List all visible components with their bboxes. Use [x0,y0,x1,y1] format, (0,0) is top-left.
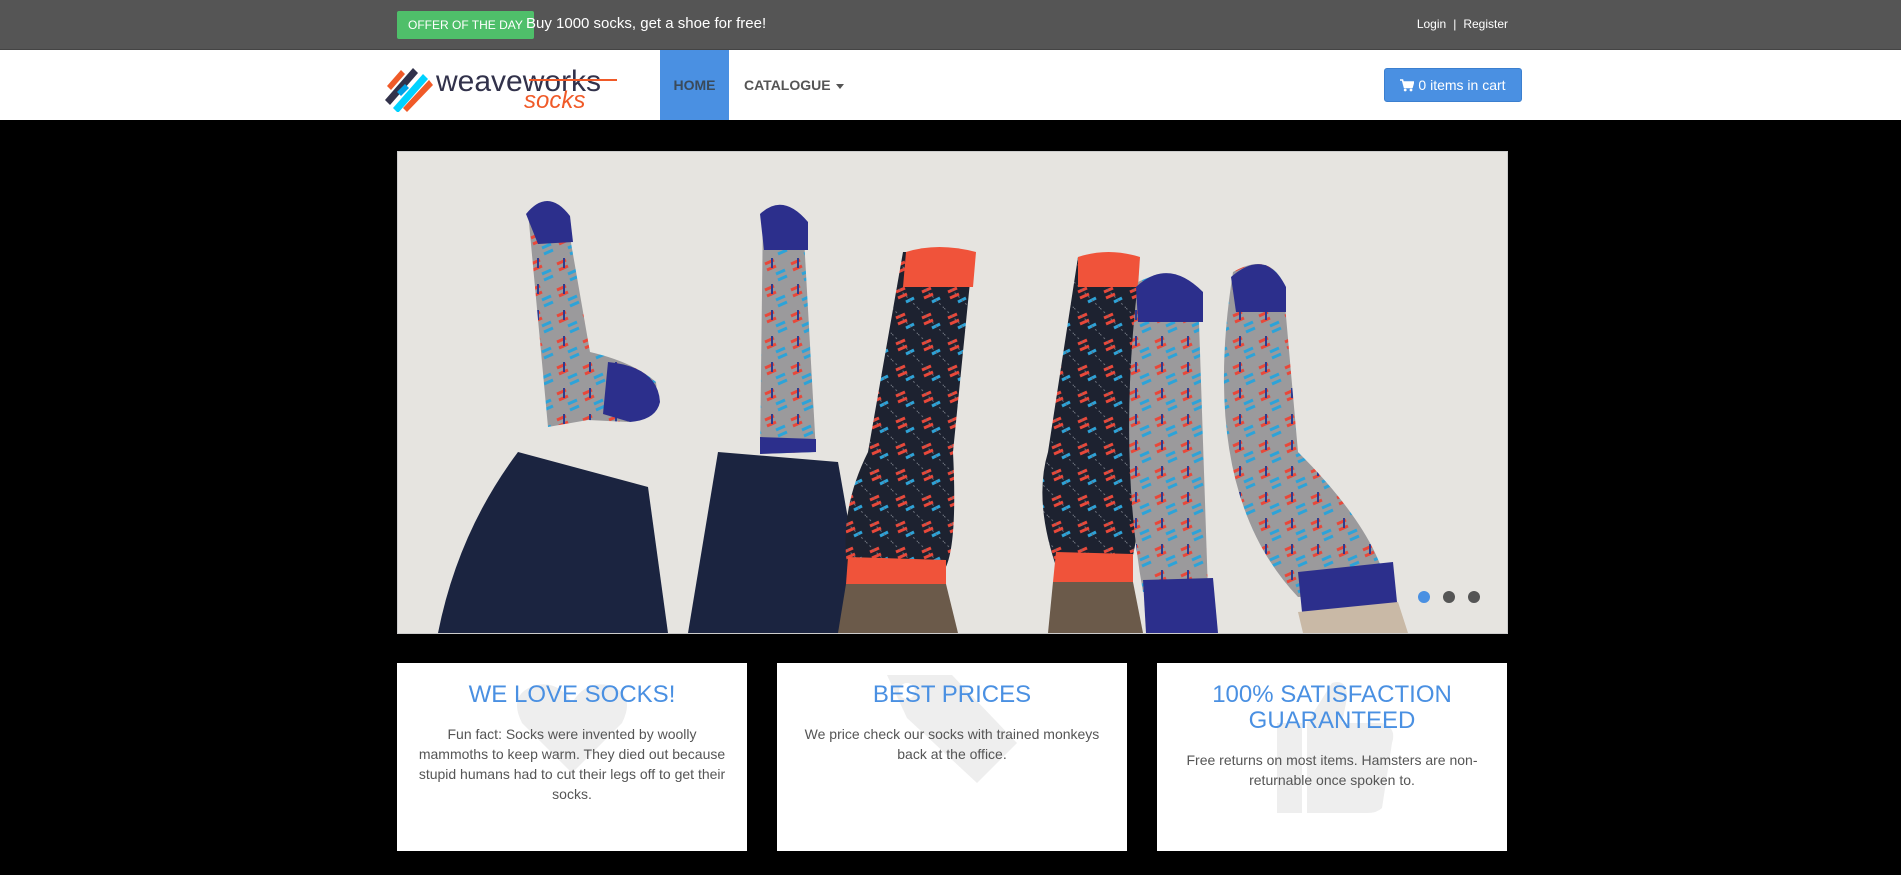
logo-word-sub: socks [524,87,585,112]
top-bar: OFFER OF THE DAY Buy 1000 socks, get a s… [0,0,1901,50]
cart-label: 0 items in cart [1418,77,1506,93]
weaveworks-socks-logo[interactable]: weaveworks socks [381,58,621,114]
nav-catalogue-label: CATALOGUE [744,77,831,93]
carousel-indicators [1405,590,1480,608]
caret-down-icon [835,83,844,89]
login-link[interactable]: Login [1417,17,1446,31]
nav-catalogue-dropdown[interactable]: CATALOGUE [744,50,844,120]
feature-title: 100% SATISFACTION GUARANTEED [1212,681,1452,734]
hero-socks-image [398,152,1507,633]
offer-of-the-day-badge[interactable]: OFFER OF THE DAY [397,11,534,39]
feature-title: BEST PRICES [872,681,1032,708]
feature-text: Free returns on most items. Hamsters are… [1186,752,1478,788]
register-link[interactable]: Register [1463,17,1508,31]
hero-carousel[interactable] [397,151,1508,634]
nav-home[interactable]: HOME [660,50,729,120]
auth-separator: | [1453,17,1457,31]
cart-button[interactable]: 0 items in cart [1384,68,1522,102]
offer-text: Buy 1000 socks, get a shoe for free! [526,15,767,32]
feature-title: WE LOVE SOCKS! [468,681,676,708]
feature-box-best-prices: BEST PRICES We price check our socks wit… [777,663,1127,851]
feature-box-satisfaction: 100% SATISFACTION GUARANTEED Free return… [1157,663,1507,851]
feature-box-love-socks: WE LOVE SOCKS! Fun fact: Socks were inve… [397,663,747,851]
main-navbar: weaveworks socks HOME CATALOGUE 0 items … [0,50,1901,120]
logo-mark-icon: weaveworks socks [385,65,617,114]
feature-text: Fun fact: Socks were invented by woolly … [418,726,726,802]
feature-text: We price check our socks with trained mo… [804,726,1100,762]
cart-icon [1400,79,1415,92]
carousel-dot-1[interactable] [1418,591,1430,603]
auth-links: Login | Register [1417,17,1508,31]
carousel-dot-2[interactable] [1443,591,1455,603]
carousel-dot-3[interactable] [1468,591,1480,603]
